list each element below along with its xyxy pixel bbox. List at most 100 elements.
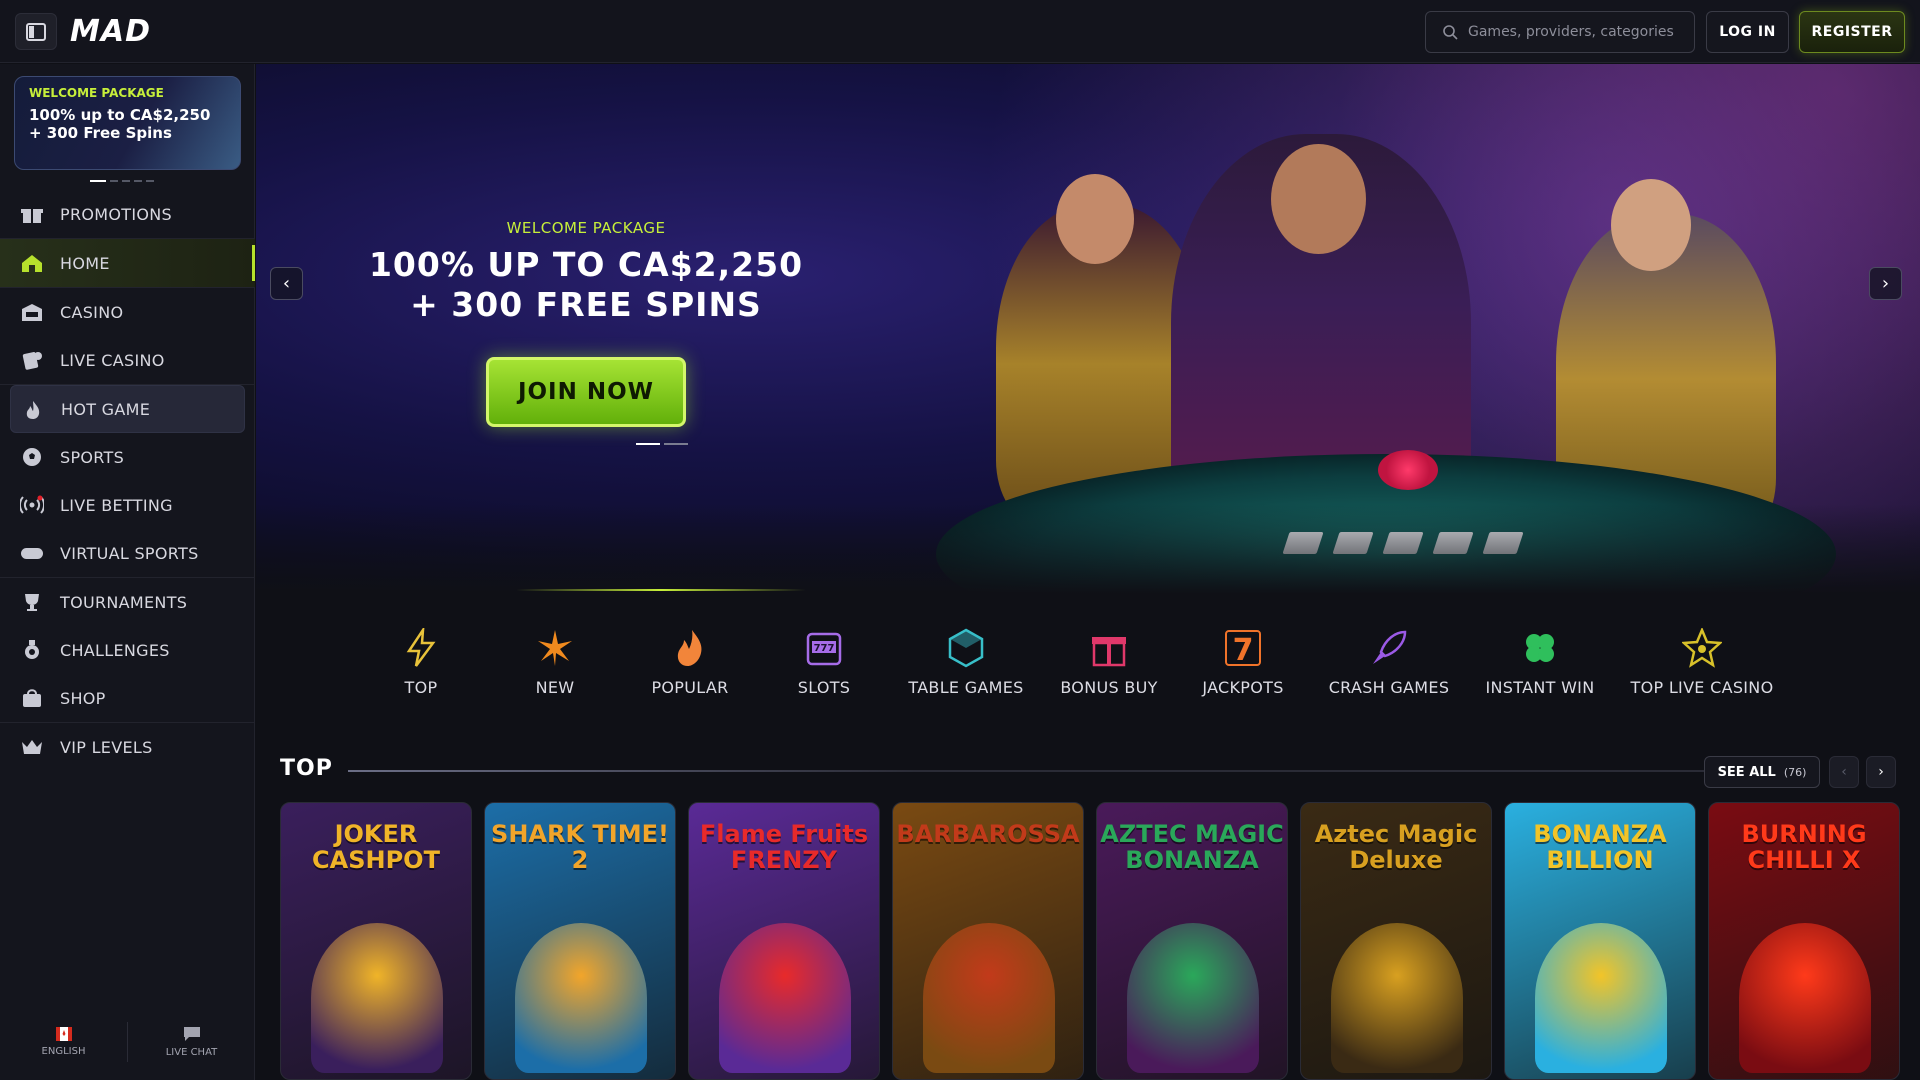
sidebar-item-hot-game[interactable]: HOT GAME: [10, 385, 245, 433]
game-artwork: [1127, 923, 1259, 1073]
site-logo[interactable]: MAD: [70, 14, 151, 49]
sidebar-item-live-casino[interactable]: LIVE CASINO: [0, 336, 255, 384]
sidebar-item-label: SPORTS: [60, 447, 125, 467]
game-title: AZTEC MAGIC BONANZA: [1100, 820, 1284, 874]
sidebar-toggle-button[interactable]: [15, 13, 57, 50]
category-top-live-casino[interactable]: TOP LIVE CASINO: [1622, 628, 1782, 697]
star-burst-icon: [538, 630, 572, 666]
hero-character-head: [1271, 144, 1366, 254]
join-now-button[interactable]: JOIN NOW: [486, 357, 686, 427]
promo-dot[interactable]: [146, 180, 154, 182]
sidebar-item-vip-levels[interactable]: VIP LEVELS: [0, 723, 255, 771]
hero-fade: [256, 504, 1920, 594]
sidebar-item-label: LIVE CASINO: [60, 350, 165, 370]
hero-character-head: [1611, 179, 1691, 271]
game-tile[interactable]: BURNING CHILLI X: [1708, 802, 1900, 1080]
category-table-games[interactable]: TABLE GAMES: [886, 628, 1046, 697]
game-tile[interactable]: AZTEC MAGIC BONANZA: [1096, 802, 1288, 1080]
game-title: BURNING CHILLI X: [1741, 820, 1867, 874]
sidebar-item-label: VIRTUAL SPORTS: [60, 543, 199, 563]
hero-carousel-dots[interactable]: [636, 443, 688, 445]
sidebar-item-live-betting[interactable]: LIVE BETTING: [0, 481, 255, 529]
sidebar-item-tournaments[interactable]: TOURNAMENTS: [0, 578, 255, 626]
chevron-right-icon: ›: [1878, 764, 1884, 780]
sidebar-item-label: CHALLENGES: [60, 640, 170, 660]
poker-chips: [1378, 450, 1438, 490]
sidebar-item-label: SHOP: [60, 688, 106, 708]
promo-carousel-dots[interactable]: [90, 180, 154, 182]
sidebar-promo-card[interactable]: WELCOME PACKAGE 100% up to CA$2,250 + 30…: [14, 76, 241, 170]
top-games-row: JOKER CASHPOT SHARK TIME! 2 Flame Fruits F…: [280, 802, 1900, 1080]
game-tile[interactable]: Aztec Magic Deluxe: [1300, 802, 1492, 1080]
sidebar-item-virtual-sports[interactable]: VIRTUAL SPORTS: [0, 529, 255, 577]
category-jackpots[interactable]: 7 JACKPOTS: [1163, 628, 1323, 697]
category-instant-win[interactable]: INSTANT WIN: [1460, 628, 1620, 697]
game-tile[interactable]: BARBAROSSA: [892, 802, 1084, 1080]
game-title: Flame Fruits FRENZY: [699, 820, 869, 874]
search-input[interactable]: Games, providers, categories: [1425, 11, 1695, 53]
live-chat-button[interactable]: LIVE CHAT: [128, 1004, 255, 1080]
game-tile[interactable]: Flame Fruits FRENZY: [688, 802, 880, 1080]
sidebar-item-home[interactable]: HOME: [0, 239, 255, 287]
game-artwork: [923, 923, 1055, 1073]
category-slots[interactable]: 777 SLOTS: [744, 628, 904, 697]
category-label: SLOTS: [797, 678, 851, 697]
sidebar-item-label: TOURNAMENTS: [60, 592, 188, 612]
category-label: NEW: [535, 678, 575, 697]
sidebar-footer: ENGLISH LIVE CHAT: [0, 1004, 255, 1080]
games-prev-button[interactable]: ‹: [1829, 756, 1859, 788]
hero-prev-button[interactable]: ‹: [270, 267, 303, 300]
promo-dot[interactable]: [90, 180, 106, 182]
live-casino-icon: [22, 352, 42, 370]
hero-dot[interactable]: [664, 443, 688, 445]
hero-next-button[interactable]: ›: [1869, 267, 1902, 300]
see-all-button[interactable]: SEE ALL (76): [1704, 756, 1820, 788]
game-title: JOKER CASHPOT: [312, 820, 440, 874]
category-label: TOP LIVE CASINO: [1630, 678, 1774, 697]
chevron-left-icon: ‹: [282, 273, 291, 294]
hero-banner[interactable]: WELCOME PACKAGE 100% UP TO CA$2,250 + 30…: [256, 64, 1920, 594]
sidebar-item-sports[interactable]: SPORTS: [0, 433, 255, 481]
sidebar-item-label: CASINO: [60, 302, 124, 322]
hero-content: WELCOME PACKAGE 100% UP TO CA$2,250 + 30…: [336, 219, 836, 427]
soccer-ball-icon: [23, 448, 41, 466]
broadcast-icon: [20, 495, 44, 514]
search-placeholder: Games, providers, categories: [1468, 24, 1674, 40]
hero-tag: WELCOME PACKAGE: [506, 219, 666, 237]
game-tile[interactable]: JOKER CASHPOT: [280, 802, 472, 1080]
hero-title-line2: + 300 FREE SPINS: [410, 285, 762, 324]
medal-icon: [25, 640, 39, 659]
game-tile[interactable]: SHARK TIME! 2: [484, 802, 676, 1080]
promo-dot[interactable]: [134, 180, 142, 182]
svg-text:7: 7: [1233, 633, 1254, 668]
trophy-icon: [25, 594, 39, 611]
sidebar-item-label: HOME: [60, 253, 110, 273]
category-label: TOP: [404, 678, 438, 697]
language-selector[interactable]: ENGLISH: [0, 1004, 127, 1080]
top-section-header: TOP SEE ALL (76) ‹ ›: [280, 756, 1900, 788]
sidebar-item-promotions[interactable]: PROMOTIONS: [0, 190, 255, 238]
sidebar: WELCOME PACKAGE 100% up to CA$2,250 + 30…: [0, 64, 255, 1080]
hero-progress-line: [516, 589, 806, 591]
sidebar-item-shop[interactable]: SHOP: [0, 674, 255, 722]
sidebar-item-casino[interactable]: CASINO: [0, 288, 255, 336]
sidebar-item-challenges[interactable]: CHALLENGES: [0, 626, 255, 674]
promo-dot[interactable]: [122, 180, 130, 182]
search-icon: [1443, 25, 1458, 40]
see-all-label: SEE ALL: [1717, 764, 1776, 780]
games-next-button[interactable]: ›: [1866, 756, 1896, 788]
sidebar-item-label: VIP LEVELS: [60, 737, 153, 757]
login-button[interactable]: LOG IN: [1706, 11, 1789, 53]
category-crash-games[interactable]: CRASH GAMES: [1309, 628, 1469, 697]
register-button[interactable]: REGISTER: [1799, 11, 1905, 53]
gift-icon: [21, 209, 43, 223]
sidebar-item-label: HOT GAME: [61, 399, 151, 419]
seven-icon: 7: [1225, 630, 1261, 668]
category-label: INSTANT WIN: [1485, 678, 1595, 697]
sidebar-item-label: LIVE BETTING: [60, 495, 173, 515]
game-title: BARBAROSSA: [896, 820, 1080, 848]
hero-dot[interactable]: [636, 443, 660, 445]
shopping-bag-icon: [23, 689, 41, 707]
game-tile[interactable]: BONANZA BILLION: [1504, 802, 1696, 1080]
promo-dot[interactable]: [110, 180, 118, 182]
